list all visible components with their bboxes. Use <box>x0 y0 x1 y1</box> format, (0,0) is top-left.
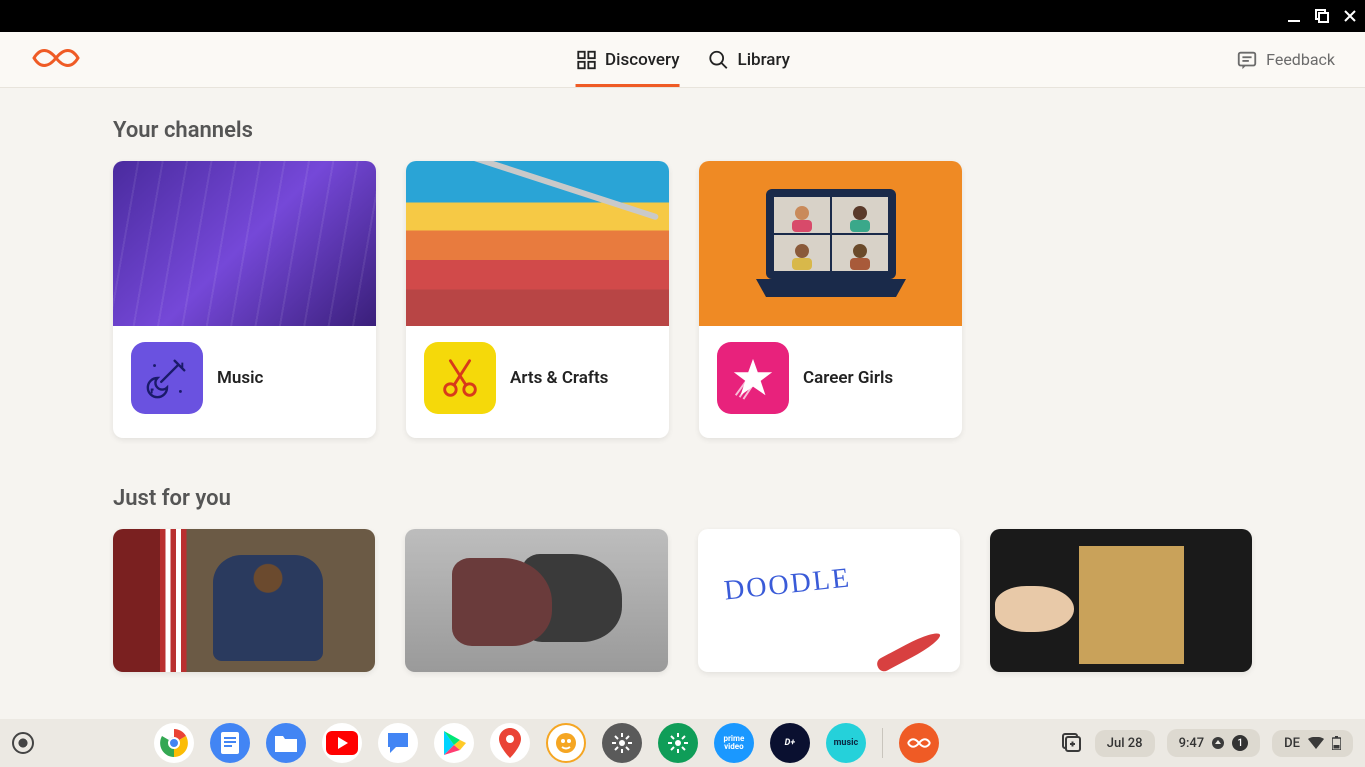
channel-card-music[interactable]: Music <box>113 161 376 438</box>
main-content: Your channels Music Arts & Crafts <box>0 88 1365 719</box>
taskbar-family-link-icon[interactable] <box>658 723 698 763</box>
taskbar-disney-icon[interactable]: D+ <box>770 723 810 763</box>
jfy-card-1[interactable] <box>113 529 375 672</box>
taskbar-messages-icon[interactable] <box>378 723 418 763</box>
tab-library-label: Library <box>738 50 790 70</box>
scissors-icon <box>424 342 496 414</box>
window-titlebar <box>0 0 1365 32</box>
just-for-you-row <box>113 529 1252 672</box>
feedback-icon <box>1236 49 1258 71</box>
feedback-button[interactable]: Feedback <box>1236 49 1335 71</box>
feedback-label: Feedback <box>1266 50 1335 69</box>
up-arrow-icon <box>1212 737 1224 749</box>
taskbar-maps-icon[interactable] <box>490 723 530 763</box>
section-title-jfy: Just for you <box>113 486 1252 511</box>
taskbar-play-icon[interactable] <box>434 723 474 763</box>
close-button[interactable] <box>1343 9 1357 23</box>
battery-icon <box>1332 736 1341 750</box>
search-icon <box>708 49 730 71</box>
taskbar-prime-video-icon[interactable]: primevideo <box>714 723 754 763</box>
channel-thumbnail-career <box>699 161 962 326</box>
channel-card-career[interactable]: Career Girls <box>699 161 962 438</box>
jfy-card-2[interactable] <box>405 529 667 672</box>
taskbar-tote-icon[interactable] <box>1059 729 1083 757</box>
guitar-icon <box>131 342 203 414</box>
launcher-button[interactable] <box>12 732 34 754</box>
section-title-channels: Your channels <box>113 118 1252 143</box>
channel-label: Career Girls <box>803 368 893 388</box>
taskbar-app-icon[interactable] <box>899 723 939 763</box>
tab-discovery[interactable]: Discovery <box>575 32 680 87</box>
tab-library[interactable]: Library <box>708 32 790 87</box>
taskbar-separator <box>882 728 883 758</box>
taskbar-settings-icon[interactable] <box>602 723 642 763</box>
jfy-card-3[interactable] <box>698 529 960 672</box>
taskbar-apps: primevideo D+ music <box>154 723 939 763</box>
taskbar-chrome-icon[interactable] <box>154 723 194 763</box>
channel-label: Music <box>217 368 263 388</box>
taskbar-lang: DE <box>1284 736 1300 751</box>
taskbar-youtube-icon[interactable] <box>322 723 362 763</box>
star-icon <box>717 342 789 414</box>
taskbar-date[interactable]: Jul 28 <box>1095 730 1155 757</box>
taskbar: primevideo D+ music Jul 28 9:47 1 DE <box>0 719 1365 767</box>
channel-thumbnail-music <box>113 161 376 326</box>
app-logo[interactable] <box>30 45 82 75</box>
tab-discovery-label: Discovery <box>605 50 680 70</box>
taskbar-time: 9:47 <box>1179 736 1205 751</box>
channel-thumbnail-arts <box>406 161 669 326</box>
channel-card-arts[interactable]: Arts & Crafts <box>406 161 669 438</box>
taskbar-status-tray[interactable]: 9:47 1 <box>1167 729 1261 757</box>
notification-badge: 1 <box>1232 735 1248 751</box>
minimize-button[interactable] <box>1287 9 1301 23</box>
channels-row: Music Arts & Crafts <box>113 161 1252 438</box>
taskbar-docs-icon[interactable] <box>210 723 250 763</box>
taskbar-files-icon[interactable] <box>266 723 306 763</box>
maximize-button[interactable] <box>1315 9 1329 23</box>
main-nav: Discovery Library <box>575 32 790 87</box>
wifi-icon <box>1308 737 1324 749</box>
app-header: Discovery Library Feedback <box>0 32 1365 88</box>
jfy-card-4[interactable] <box>990 529 1252 672</box>
dashboard-icon <box>575 49 597 71</box>
taskbar-amazon-music-icon[interactable]: music <box>826 723 866 763</box>
taskbar-quick-settings[interactable]: DE <box>1272 730 1353 757</box>
channel-label: Arts & Crafts <box>510 368 608 388</box>
taskbar-scratch-icon[interactable] <box>546 723 586 763</box>
